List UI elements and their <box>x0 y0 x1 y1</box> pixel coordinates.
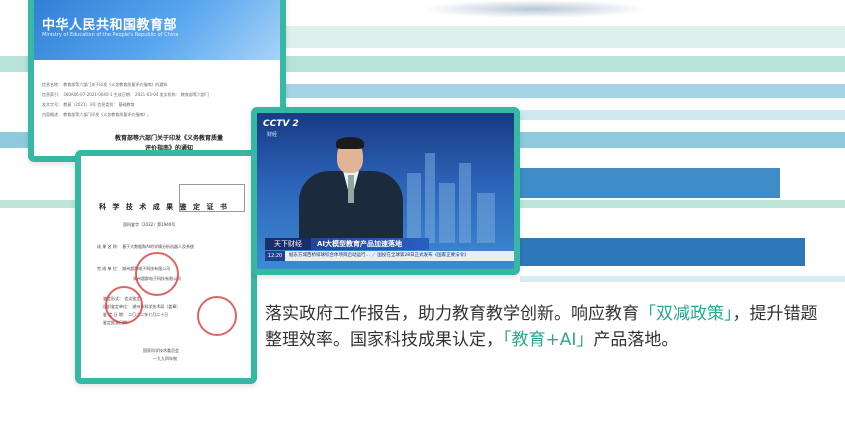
city-building <box>439 183 455 243</box>
tv-news-card: CCTV 2 财经 天下财经 AI大模型教育产品加速落地 12:20 据东方城西… <box>251 107 520 275</box>
certificate-title: 科 学 技 术 成 果 鉴 定 证 书 <box>99 203 229 211</box>
red-seal-stamp <box>105 286 143 324</box>
news-anchor-hair <box>336 137 364 149</box>
caption-text-segment: 产品落地。 <box>593 330 679 350</box>
news-headline-bar: 天下财经 AI大模型教育产品加速落地 <box>265 238 429 250</box>
decor-blur-top <box>420 0 650 18</box>
caption-highlight-education-ai: 「教育+AI」 <box>503 330 594 350</box>
certificate-issuer-date: 一九九四年制 <box>153 356 177 361</box>
cctv-logo: CCTV 2 <box>263 119 299 129</box>
decor-stripe-9 <box>520 276 845 282</box>
moe-document-card: 中华人民共和国教育部 Ministry of Education of the … <box>28 0 286 162</box>
moe-document-title-line1: 教育部等六部门关于印发《义务教育质量 <box>114 135 223 142</box>
red-seal-stamp <box>197 296 237 336</box>
broadcast-time: 12:20 <box>265 251 285 261</box>
news-anchor-tie <box>348 175 354 203</box>
certificate-card: 科 学 技 术 成 果 鉴 定 证 书 国科鉴字〔2022〕第1946号 成 果… <box>75 150 257 384</box>
ticker-text: 据东方城西桥排球综合体项目启动运行… ／ 国投在全球第28日正式发布《国家正要法… <box>289 253 469 258</box>
decor-stripe-1 <box>280 26 845 48</box>
caption-highlight-double-reduction: 「双减政策」 <box>639 304 733 324</box>
decor-stripe-3 <box>280 84 845 98</box>
moe-meta-row: 信息名称： 教育部等六部门关于印发《义务教育质量评价指南》的通知 <box>42 82 168 87</box>
city-building <box>477 193 495 243</box>
caption-line-2: 整理效率。国家科技成果认定，「教育+AI」产品落地。 <box>265 327 840 353</box>
city-building <box>459 163 471 243</box>
certificate-issuer: 国家科学技术委员会 <box>143 348 179 353</box>
news-ticker: 12:20 据东方城西桥排球综合体项目启动运行… ／ 国投在全球第28日正式发布… <box>265 251 514 261</box>
channel-subtitle: 财经 <box>267 132 278 138</box>
certificate-number: 国科鉴字〔2022〕第1946号 <box>123 222 176 227</box>
program-tag: 天下财经 <box>265 238 311 250</box>
city-building <box>425 153 435 243</box>
city-building <box>407 173 421 243</box>
moe-header-banner: 中华人民共和国教育部 Ministry of Education of the … <box>34 0 280 60</box>
moe-meta-row: 内容概述： 教育部等六部门印发《义务教育质量评价指南》。 <box>42 112 152 117</box>
caption-text-segment: 落实政府工作报告，助力教育教学创新。响应教育 <box>265 304 639 324</box>
decor-stripe-6 <box>520 168 780 198</box>
caption-text-segment: ，提升错题 <box>732 304 818 324</box>
caption-line-1: 落实政府工作报告，助力教育教学创新。响应教育「双减政策」，提升错题 <box>265 301 840 327</box>
moe-meta-row: 发文字号： 教基〔2021〕3号 信息类别： 基础教育 <box>42 102 135 107</box>
red-seal-stamp <box>135 252 179 296</box>
news-headline: AI大模型教育产品加速落地 <box>317 240 403 248</box>
caption-text: 落实政府工作报告，助力教育教学创新。响应教育「双减政策」，提升错题 整理效率。国… <box>265 301 840 353</box>
moe-logo-subtitle: Ministry of Education of the People's Re… <box>42 32 179 38</box>
caption-text-segment: 整理效率。国家科技成果认定， <box>265 330 503 350</box>
moe-meta-row: 信息索引： 360A06-07-2021-0040-1 生成日期： 2021-0… <box>42 92 209 97</box>
tv-screen: CCTV 2 财经 天下财经 AI大模型教育产品加速落地 12:20 据东方城西… <box>257 113 514 269</box>
certificate-project: 成 果 名 称： 基于大数据和AI的学情分析机器人及系统 <box>97 244 195 249</box>
moe-logo-title: 中华人民共和国教育部 <box>42 18 178 33</box>
